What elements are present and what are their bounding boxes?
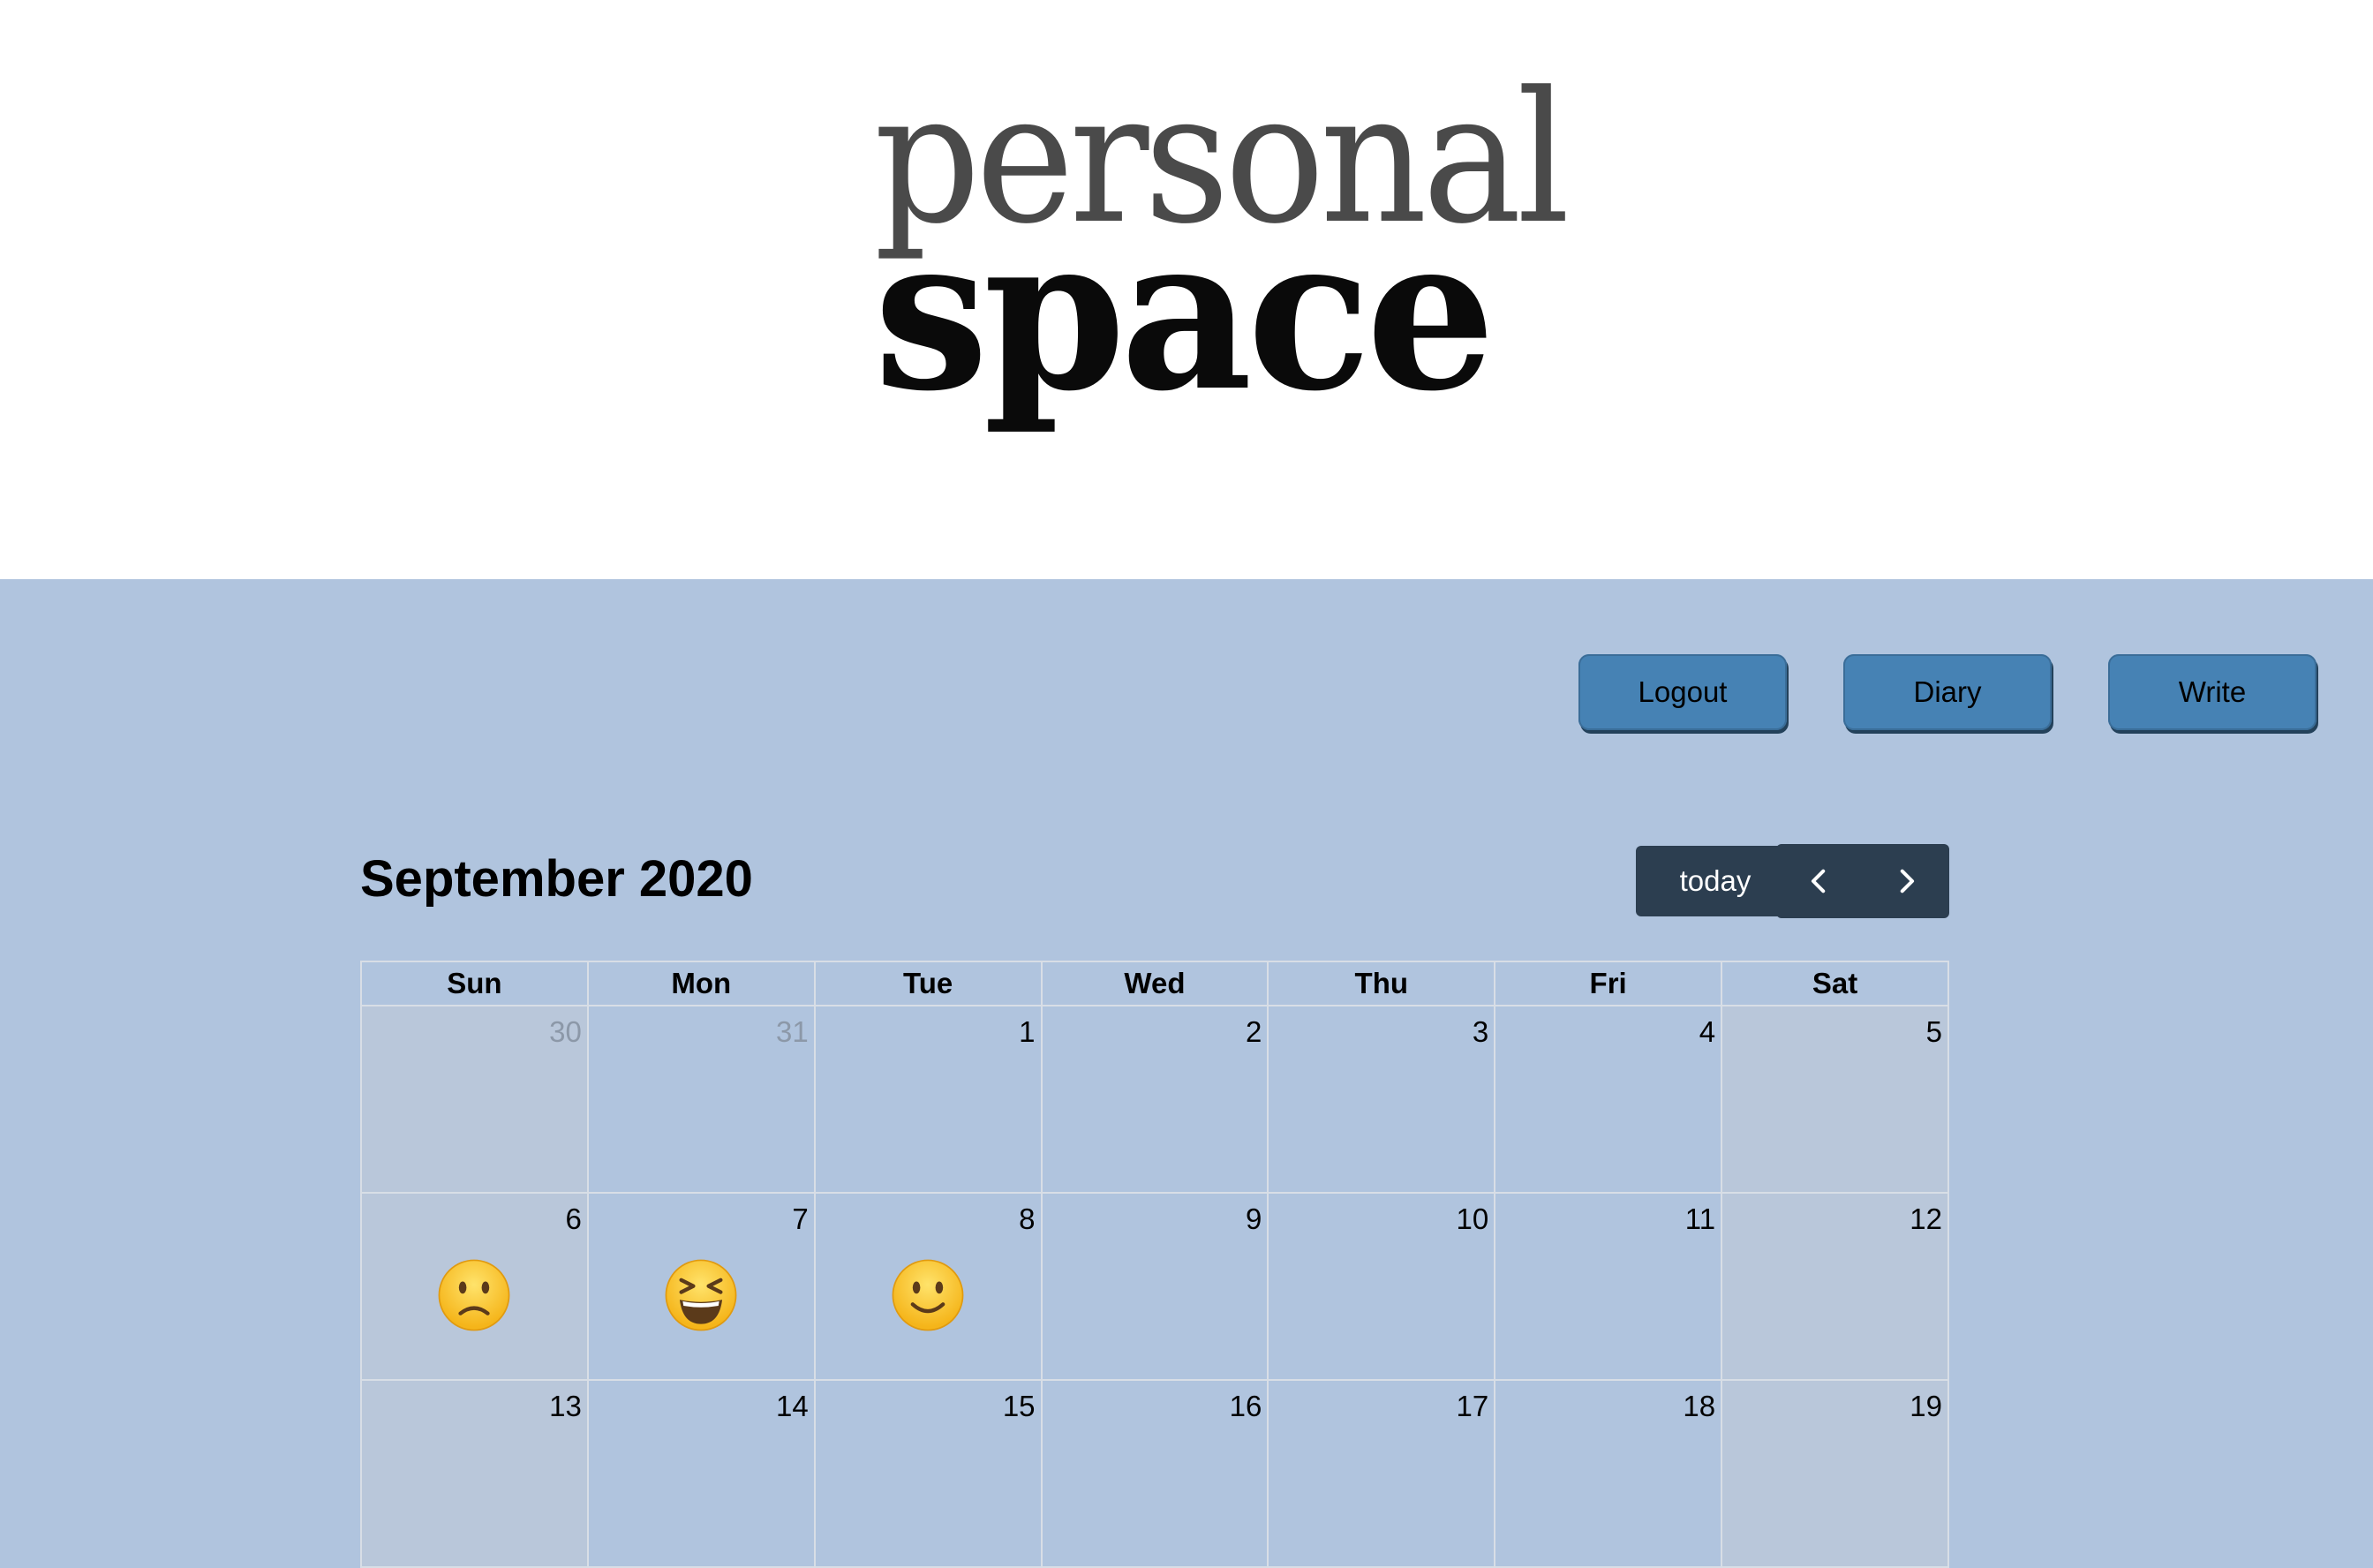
day-number: 5: [1925, 1015, 1942, 1048]
month-grid: Sun Mon Tue Wed Thu Fri Sat 30 31 1 2 3 4 5 6 7 8…: [360, 961, 1949, 1568]
mood-entry[interactable]: [362, 1257, 587, 1333]
day-number: 13: [549, 1390, 582, 1422]
day-number: 4: [1699, 1015, 1716, 1048]
day-cell[interactable]: 3: [1267, 1005, 1496, 1194]
day-cell[interactable]: 12: [1721, 1192, 1949, 1381]
weekday-tue: Tue: [813, 961, 1043, 1006]
day-number: 3: [1472, 1015, 1489, 1048]
day-cell[interactable]: 2: [1040, 1005, 1269, 1194]
day-number: 16: [1229, 1390, 1262, 1422]
day-cell[interactable]: 10: [1267, 1192, 1496, 1381]
logo-line-space: space: [874, 189, 1495, 438]
mood-entry[interactable]: [589, 1257, 814, 1333]
day-number: 15: [1002, 1390, 1036, 1422]
day-cell[interactable]: 14: [586, 1379, 816, 1568]
personal-space-logo: personal space: [874, 69, 1570, 438]
day-cell[interactable]: 17: [1267, 1379, 1496, 1568]
day-cell[interactable]: 31: [586, 1005, 816, 1194]
chevron-right-icon: [1900, 869, 1915, 893]
day-number: 11: [1684, 1202, 1716, 1235]
calendar-title: September 2020: [360, 850, 753, 908]
day-number: 9: [1246, 1202, 1262, 1235]
day-cell[interactable]: 15: [813, 1379, 1043, 1568]
day-number: 8: [1019, 1202, 1036, 1235]
day-cell[interactable]: 6: [360, 1192, 589, 1381]
weekday-header-row: Sun Mon Tue Wed Thu Fri Sat: [360, 961, 1949, 1006]
weekday-sat: Sat: [1721, 961, 1949, 1006]
next-month-button[interactable]: [1863, 844, 1949, 918]
page-header: personal space: [0, 0, 2373, 579]
day-number: 1: [1019, 1015, 1036, 1048]
calendar-nav-group: [1776, 844, 1949, 918]
day-number: 18: [1683, 1390, 1716, 1422]
day-number: 10: [1456, 1202, 1489, 1235]
day-number: 14: [775, 1390, 809, 1422]
weekday-thu: Thu: [1267, 961, 1496, 1006]
logout-button[interactable]: Logout: [1578, 654, 1787, 730]
weekday-fri: Fri: [1494, 961, 1723, 1006]
day-cell[interactable]: 11: [1494, 1192, 1723, 1381]
day-cell[interactable]: 1: [813, 1005, 1043, 1194]
weekday-mon: Mon: [586, 961, 816, 1006]
day-number: 6: [565, 1202, 582, 1235]
day-cell[interactable]: 19: [1721, 1379, 1949, 1568]
grinning-squinting-face-icon: [665, 1259, 737, 1331]
weekday-wed: Wed: [1040, 961, 1269, 1006]
write-button[interactable]: Write: [2108, 654, 2316, 730]
day-number: 19: [1910, 1390, 1942, 1422]
day-number: 17: [1456, 1390, 1489, 1422]
day-number: 2: [1246, 1015, 1262, 1048]
week-row: 30 31 1 2 3 4 5: [360, 1005, 1949, 1194]
day-number: 7: [792, 1202, 809, 1235]
day-cell[interactable]: 4: [1494, 1005, 1723, 1194]
day-number: 31: [775, 1015, 809, 1048]
day-cell[interactable]: 5: [1721, 1005, 1949, 1194]
day-cell[interactable]: 30: [360, 1005, 589, 1194]
day-cell[interactable]: 8: [813, 1192, 1043, 1381]
diary-button[interactable]: Diary: [1843, 654, 2052, 730]
day-number: 12: [1910, 1202, 1942, 1235]
today-button[interactable]: today: [1636, 846, 1795, 916]
day-cell[interactable]: 18: [1494, 1379, 1723, 1568]
day-cell[interactable]: 7: [586, 1192, 816, 1381]
slightly-frowning-face-icon: [439, 1259, 510, 1331]
weekday-sun: Sun: [360, 961, 589, 1006]
chevron-left-icon: [1811, 869, 1826, 893]
day-number: 30: [549, 1015, 582, 1048]
prev-month-button[interactable]: [1776, 844, 1863, 918]
week-row: 6 7 8 9 10 11 12: [360, 1192, 1949, 1381]
day-cell[interactable]: 16: [1040, 1379, 1269, 1568]
day-cell[interactable]: 13: [360, 1379, 589, 1568]
mood-entry[interactable]: [816, 1257, 1041, 1333]
day-cell[interactable]: 9: [1040, 1192, 1269, 1381]
slightly-smiling-face-icon: [892, 1259, 964, 1331]
week-row: 13 14 15 16 17 18 19: [360, 1379, 1949, 1568]
main-content: Logout Diary Write September 2020 today …: [0, 579, 2373, 1568]
